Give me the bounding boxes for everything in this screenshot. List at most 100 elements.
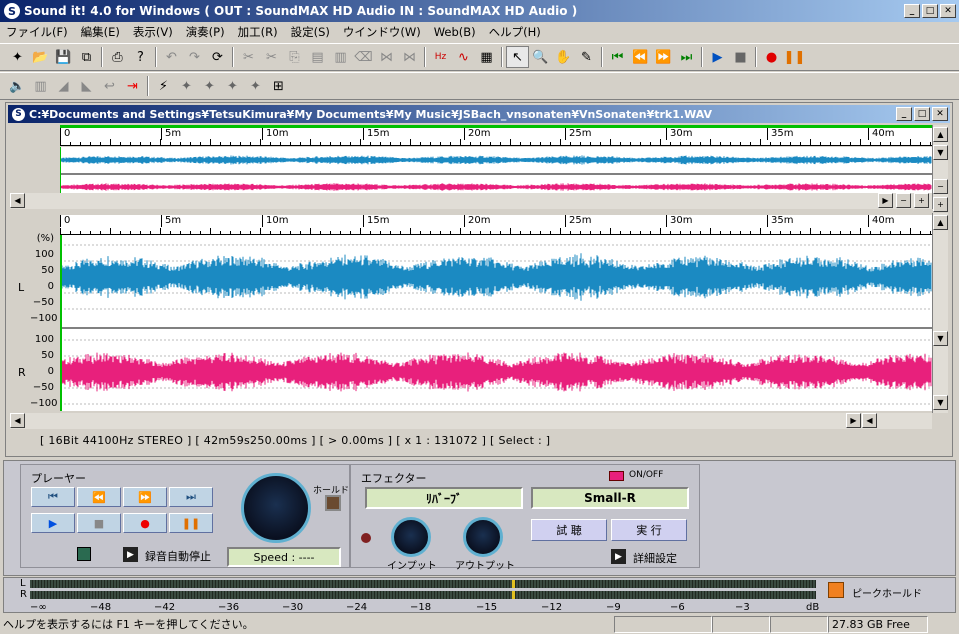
- save-icon[interactable]: 💾: [52, 46, 75, 68]
- redo-icon[interactable]: ↷: [183, 46, 206, 68]
- menu-help[interactable]: ヘルプ(H): [489, 24, 541, 40]
- main-horizontal-scrollbar[interactable]: ◀ ▶ ◀: [10, 413, 932, 429]
- player-stop-button[interactable]: ■: [77, 513, 121, 533]
- jog-dial-knob[interactable]: [241, 473, 311, 543]
- effect-4-icon[interactable]: ✦: [221, 75, 244, 97]
- open-folder-icon[interactable]: 📂: [29, 46, 52, 68]
- main-vertical-scrollbar[interactable]: ▲ ▼ ▼: [932, 213, 948, 413]
- detail-settings-checkbox[interactable]: ▶: [611, 549, 626, 564]
- effect-5-icon[interactable]: ✦: [244, 75, 267, 97]
- new-file-icon[interactable]: ✦: [6, 46, 29, 68]
- effect-1-icon[interactable]: ⚡: [152, 75, 175, 97]
- overview-hzoom-in-button[interactable]: +: [914, 193, 929, 208]
- overview-hzoom-out-button[interactable]: −: [896, 193, 911, 208]
- copy-icon[interactable]: ⎘: [283, 46, 306, 68]
- volume-icon[interactable]: 🔈: [6, 75, 29, 97]
- main-hzoom-slider[interactable]: ◀: [862, 413, 877, 428]
- main-scroll-left-button[interactable]: ◀: [10, 413, 25, 428]
- hold-button[interactable]: [325, 495, 341, 511]
- menu-settings[interactable]: 設定(S): [291, 24, 330, 40]
- meter-scale-label: −9: [606, 602, 621, 613]
- trim-icon[interactable]: ⋈: [375, 46, 398, 68]
- cut-icon[interactable]: ✂: [237, 46, 260, 68]
- save-all-icon[interactable]: ⧉: [75, 46, 98, 68]
- menu-play[interactable]: 演奏(P): [186, 24, 225, 40]
- record-icon[interactable]: ●: [760, 46, 783, 68]
- effect-settings-icon[interactable]: ⊞: [267, 75, 290, 97]
- doc-close-button[interactable]: ✕: [932, 107, 948, 121]
- player-record-button[interactable]: ●: [123, 513, 167, 533]
- menu-process[interactable]: 加工(R): [238, 24, 278, 40]
- go-end-icon[interactable]: ⏭: [675, 46, 698, 68]
- output-knob[interactable]: [463, 517, 503, 557]
- overview-scroll-right-button[interactable]: ▶: [878, 193, 893, 208]
- doc-minimize-button[interactable]: _: [896, 107, 912, 121]
- fast-forward-icon[interactable]: ⏩: [652, 46, 675, 68]
- overview-vertical-scrollbar[interactable]: ▲ ▼ − +: [932, 125, 948, 212]
- dc-offset-icon[interactable]: ⇥: [121, 75, 144, 97]
- menu-file[interactable]: ファイル(F): [6, 24, 68, 40]
- minimize-button[interactable]: _: [904, 4, 920, 18]
- player-go-end-button[interactable]: ⏭: [169, 487, 213, 507]
- zoom-icon[interactable]: 🔍: [529, 46, 552, 68]
- erase-icon[interactable]: ⌫: [352, 46, 375, 68]
- peak-hold-button[interactable]: [828, 582, 844, 598]
- menu-window[interactable]: ウインドウ(W): [343, 24, 421, 40]
- menu-view[interactable]: 表示(V): [133, 24, 173, 40]
- close-button[interactable]: ✕: [940, 4, 956, 18]
- menu-edit[interactable]: 編集(E): [81, 24, 120, 40]
- main-scroll-down-button[interactable]: ▼: [933, 331, 948, 346]
- pencil-icon[interactable]: ✎: [575, 46, 598, 68]
- go-start-icon[interactable]: ⏮: [606, 46, 629, 68]
- fade-in-icon[interactable]: ◢: [52, 75, 75, 97]
- effect-preset-display[interactable]: Small-R: [531, 487, 689, 509]
- player-list-icon[interactable]: [77, 547, 91, 561]
- preview-button[interactable]: 試 聴: [531, 519, 607, 541]
- doc-maximize-button[interactable]: □: [914, 107, 930, 121]
- sample-rate-icon[interactable]: Hz: [429, 46, 452, 68]
- main-vzoom-button[interactable]: ▼: [933, 395, 948, 410]
- effector-onoff-led[interactable]: [609, 471, 624, 481]
- play-icon[interactable]: ▶: [706, 46, 729, 68]
- menu-web[interactable]: Web(B): [434, 25, 476, 39]
- effect-type-display[interactable]: ﾘﾊﾞｰﾌﾞ: [365, 487, 523, 509]
- context-help-icon[interactable]: ?: [129, 46, 152, 68]
- stop-icon[interactable]: ■: [729, 46, 752, 68]
- cut-alt-icon[interactable]: ✂: [260, 46, 283, 68]
- hand-icon[interactable]: ✋: [552, 46, 575, 68]
- maximize-button[interactable]: □: [922, 4, 938, 18]
- select-cursor-icon[interactable]: ↖: [506, 46, 529, 68]
- main-waveform[interactable]: [59, 235, 932, 411]
- player-rewind-button[interactable]: ⏪: [77, 487, 121, 507]
- main-scroll-up-button[interactable]: ▲: [933, 215, 948, 230]
- overview-zoom-out-button[interactable]: −: [933, 179, 948, 194]
- paste-icon[interactable]: ▤: [306, 46, 329, 68]
- undo-icon[interactable]: ↶: [160, 46, 183, 68]
- player-play-button[interactable]: ▶: [31, 513, 75, 533]
- normalize-icon[interactable]: ▥: [29, 75, 52, 97]
- rewind-icon[interactable]: ⏪: [629, 46, 652, 68]
- overview-zoom-in-button[interactable]: +: [933, 197, 948, 212]
- auto-stop-checkbox[interactable]: ▶: [123, 547, 138, 562]
- player-pause-button[interactable]: ❚❚: [169, 513, 213, 533]
- waveform-icon[interactable]: ∿: [452, 46, 475, 68]
- player-go-start-button[interactable]: ⏮: [31, 487, 75, 507]
- player-fast-forward-button[interactable]: ⏩: [123, 487, 167, 507]
- effect-3-icon[interactable]: ✦: [198, 75, 221, 97]
- overview-scroll-left-button[interactable]: ◀: [10, 193, 25, 208]
- fade-out-icon[interactable]: ◣: [75, 75, 98, 97]
- overview-scroll-down-button[interactable]: ▼: [933, 145, 948, 160]
- main-scroll-right-button[interactable]: ▶: [846, 413, 861, 428]
- overview-scroll-up-button[interactable]: ▲: [933, 127, 948, 142]
- repeat-icon[interactable]: ⟳: [206, 46, 229, 68]
- pause-icon[interactable]: ❚❚: [783, 46, 806, 68]
- crossfade-icon[interactable]: ⋈: [398, 46, 421, 68]
- overview-horizontal-scrollbar[interactable]: ◀ ▶ − +: [10, 193, 932, 209]
- effect-2-icon[interactable]: ✦: [175, 75, 198, 97]
- reverse-icon[interactable]: ↩: [98, 75, 121, 97]
- print-icon[interactable]: ⎙: [106, 46, 129, 68]
- spectrum-icon[interactable]: ▦: [475, 46, 498, 68]
- input-knob[interactable]: [391, 517, 431, 557]
- execute-button[interactable]: 実 行: [611, 519, 687, 541]
- paste-mix-icon[interactable]: ▥: [329, 46, 352, 68]
